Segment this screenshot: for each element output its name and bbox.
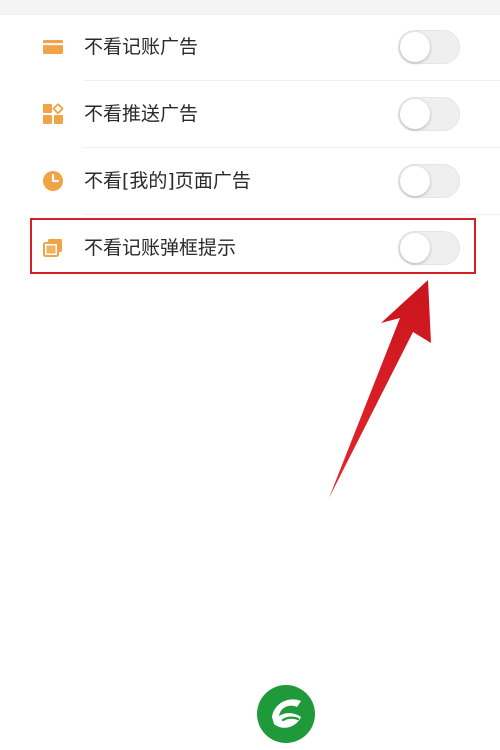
setting-label: 不看推送广告 bbox=[84, 103, 199, 125]
leaf-logo-icon bbox=[256, 684, 316, 744]
toggle-knob bbox=[400, 166, 430, 196]
card-icon bbox=[42, 36, 64, 58]
setting-label: 不看记账弹框提示 bbox=[84, 237, 237, 259]
setting-row-bookkeeping-popup[interactable]: 不看记账弹框提示 bbox=[0, 215, 500, 281]
layers-icon bbox=[42, 237, 64, 259]
toggle-switch[interactable] bbox=[398, 231, 460, 265]
toggle-switch[interactable] bbox=[398, 97, 460, 131]
setting-label: 不看记账广告 bbox=[84, 36, 199, 58]
toggle-switch[interactable] bbox=[398, 30, 460, 64]
toggle-switch[interactable] bbox=[398, 164, 460, 198]
toggle-knob bbox=[400, 233, 430, 263]
setting-row-push-ads[interactable]: 不看推送广告 bbox=[0, 81, 500, 147]
toggle-knob bbox=[400, 32, 430, 62]
setting-row-my-page-ads[interactable]: 不看[我的]页面广告 bbox=[0, 148, 500, 214]
setting-label: 不看[我的]页面广告 bbox=[84, 170, 251, 192]
apps-icon bbox=[42, 103, 64, 125]
top-strip bbox=[0, 0, 500, 15]
clock-icon bbox=[42, 170, 64, 192]
setting-row-bookkeeping-ads[interactable]: 不看记账广告 bbox=[0, 14, 500, 80]
toggle-knob bbox=[400, 99, 430, 129]
